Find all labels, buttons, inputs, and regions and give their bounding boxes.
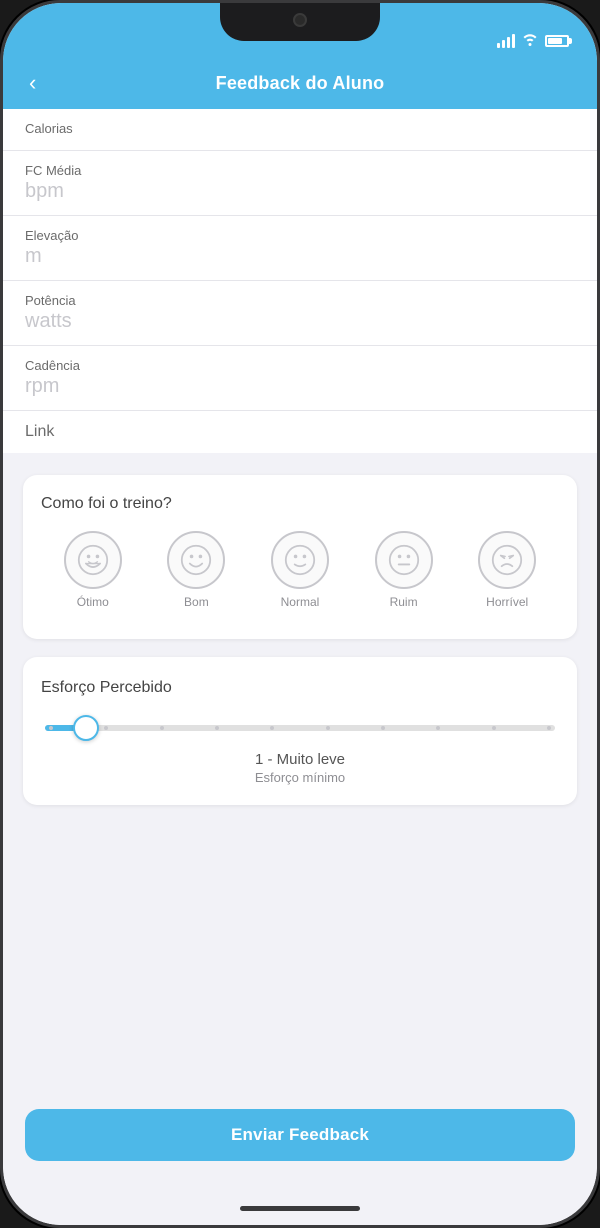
field-value-elevacao: m <box>25 245 575 268</box>
slider-container[interactable] <box>41 725 559 731</box>
field-cadencia: Cadência rpm <box>3 346 597 411</box>
field-value-fc: bpm <box>25 180 575 203</box>
divider-1 <box>3 453 597 475</box>
field-label-link: Link <box>25 423 575 441</box>
emoji-circle-ruim <box>375 531 433 589</box>
emoji-item-otimo[interactable]: Ótimo <box>64 531 122 609</box>
screen: ‹ Feedback do Aluno Calorias FC Média bp… <box>3 3 597 1225</box>
field-calorias: Calorias <box>3 109 597 151</box>
back-button[interactable]: ‹ <box>21 62 44 104</box>
field-value-cadencia: rpm <box>25 375 575 398</box>
effort-title: Esforço Percebido <box>41 679 559 697</box>
field-value-potencia: watts <box>25 310 575 333</box>
effort-card: Esforço Percebido <box>23 657 577 805</box>
phone-shell: ‹ Feedback do Aluno Calorias FC Média bp… <box>0 0 600 1228</box>
field-label-potencia: Potência <box>25 293 575 308</box>
field-label-elevacao: Elevação <box>25 228 575 243</box>
effort-text: 1 - Muito leve Esforço mínimo <box>41 751 559 785</box>
emoji-item-ruim[interactable]: Ruim <box>375 531 433 609</box>
emoji-label-bom: Bom <box>184 595 209 609</box>
status-icons <box>497 32 569 49</box>
home-indicator <box>3 1191 597 1225</box>
submit-button[interactable]: Enviar Feedback <box>25 1109 575 1161</box>
field-potencia: Potência watts <box>3 281 597 346</box>
field-elevacao: Elevação m <box>3 216 597 281</box>
slider-dots <box>45 726 555 730</box>
training-feedback-title: Como foi o treino? <box>41 495 559 513</box>
emoji-item-normal[interactable]: Normal <box>271 531 329 609</box>
battery-icon <box>545 35 569 47</box>
emoji-circle-horrivel <box>478 531 536 589</box>
content-scroll[interactable]: Calorias FC Média bpm Elevação m Potênci… <box>3 109 597 1099</box>
page-title: Feedback do Aluno <box>216 73 385 94</box>
emoji-label-horrivel: Horrível <box>486 595 528 609</box>
home-bar <box>240 1206 360 1211</box>
field-label-cadencia: Cadência <box>25 358 575 373</box>
notch-camera <box>293 13 307 27</box>
training-feedback-card: Como foi o treino? <box>23 475 577 639</box>
emoji-item-horrivel[interactable]: Horrível <box>478 531 536 609</box>
emoji-circle-normal <box>271 531 329 589</box>
field-link: Link <box>3 411 597 453</box>
emoji-label-normal: Normal <box>281 595 320 609</box>
wifi-icon <box>521 32 539 49</box>
emoji-item-bom[interactable]: Bom <box>167 531 225 609</box>
slider-track <box>45 725 555 731</box>
emoji-label-otimo: Ótimo <box>77 595 109 609</box>
emoji-circle-otimo <box>64 531 122 589</box>
fields-section: Calorias FC Média bpm Elevação m Potênci… <box>3 109 597 453</box>
field-label-calorias: Calorias <box>25 121 575 136</box>
effort-level-text: 1 - Muito leve <box>41 751 559 768</box>
emoji-label-ruim: Ruim <box>390 595 418 609</box>
effort-desc-text: Esforço mínimo <box>41 770 559 785</box>
nav-bar: ‹ Feedback do Aluno <box>3 57 597 109</box>
field-label-fc: FC Média <box>25 163 575 178</box>
signal-icon <box>497 34 515 48</box>
bottom-bar: Enviar Feedback <box>3 1099 597 1191</box>
field-fc-media: FC Média bpm <box>3 151 597 216</box>
emoji-row: Ótimo Bom <box>41 531 559 609</box>
emoji-circle-bom <box>167 531 225 589</box>
